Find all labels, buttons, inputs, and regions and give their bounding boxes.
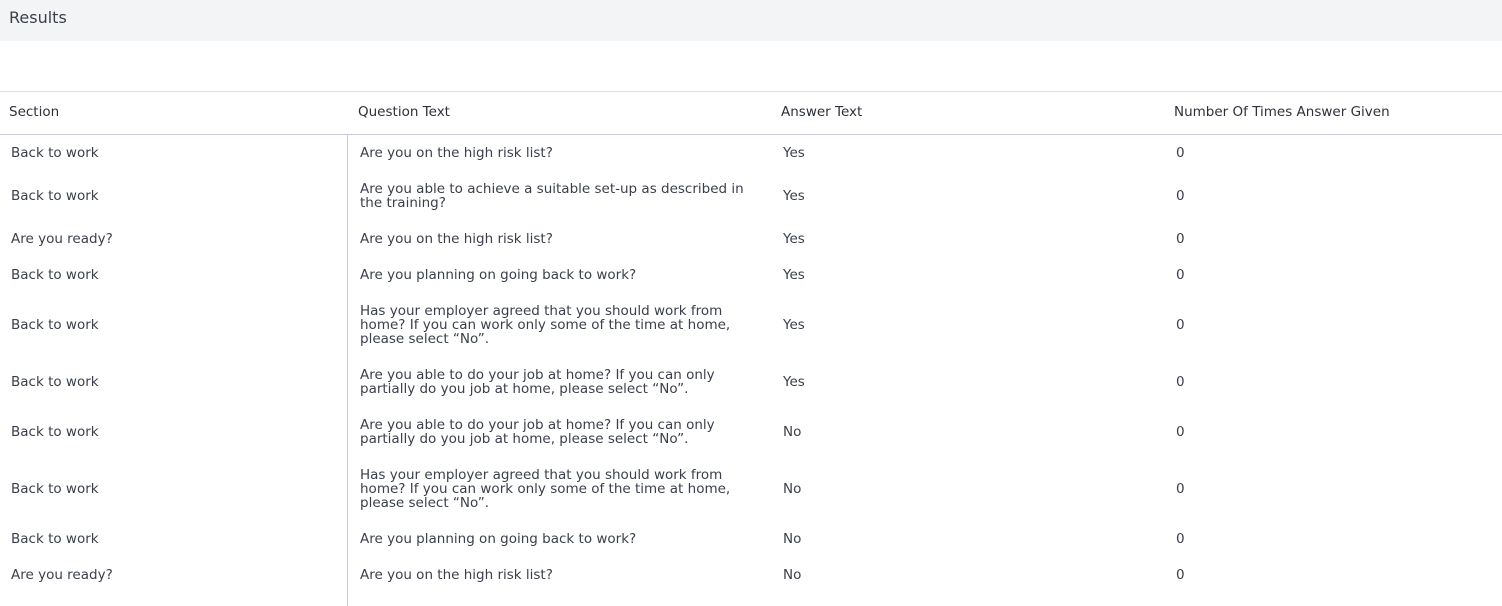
cell-answer-text: No [783,424,802,440]
cell-answer-text: No [783,531,802,547]
column-header-question-text[interactable]: Question Text [358,104,450,120]
cell-question-text: Are you able to achieve a suitable set-u… [360,181,744,211]
cell-question-text: Are you able to do your job at home? If … [360,367,715,397]
cell-answer-count: 0 [1176,424,1185,440]
cell-answer-text: Yes [783,145,805,161]
cell-answer-count: 0 [1176,145,1185,161]
cell-question-text: Are you planning on going back to work? [360,267,637,283]
table-body: Back to work Are you on the high risk li… [0,135,1502,593]
table-header-row: Section Question Text Answer Text Number… [0,92,1502,135]
cell-question-text: Has your employer agreed that you should… [360,467,731,511]
cell-section: Are you ready? [11,231,113,247]
cell-answer-count: 0 [1176,481,1185,497]
cell-answer-text: No [783,481,802,497]
cell-answer-text: Yes [783,374,805,390]
table-row: Back to work Are you able to do your job… [0,407,1502,457]
cell-question-text: Are you on the high risk list? [360,231,553,247]
cell-answer-count: 0 [1176,188,1185,204]
results-header-bar: Results [0,0,1502,41]
table-row: Back to work Has your employer agreed th… [0,457,1502,521]
cell-answer-text: Yes [783,188,805,204]
cell-question-text: Are you on the high risk list? [360,567,553,583]
cell-answer-text: Yes [783,317,805,333]
cell-answer-count: 0 [1176,374,1185,390]
cell-section: Are you ready? [11,567,113,583]
cell-question-text: Are you planning on going back to work? [360,531,637,547]
cell-answer-text: Yes [783,267,805,283]
cell-section: Back to work [11,145,99,161]
cell-question-text: Has your employer agreed that you should… [360,303,731,347]
cell-section: Back to work [11,531,99,547]
cell-section: Back to work [11,317,99,333]
table-row: Back to work Are you planning on going b… [0,257,1502,293]
cell-section: Back to work [11,188,99,204]
cell-question-text: Are you able to do your job at home? If … [360,417,715,447]
table-row: Back to work Has your employer agreed th… [0,293,1502,357]
table-row: Are you ready? Are you on the high risk … [0,221,1502,257]
cell-question-text: Are you on the high risk list? [360,145,553,161]
cell-answer-count: 0 [1176,317,1185,333]
cell-answer-count: 0 [1176,567,1185,583]
page-title: Results [9,8,67,27]
cell-section: Back to work [11,374,99,390]
cell-answer-count: 0 [1176,531,1185,547]
table-row: Back to work Are you on the high risk li… [0,135,1502,171]
table-row: Back to work Are you able to achieve a s… [0,171,1502,221]
table-row: Back to work Are you planning on going b… [0,521,1502,557]
column-header-answer-text[interactable]: Answer Text [781,104,862,120]
cell-answer-text: Yes [783,231,805,247]
column-header-section[interactable]: Section [9,104,59,120]
cell-section: Back to work [11,267,99,283]
cell-section: Back to work [11,424,99,440]
cell-section: Back to work [11,481,99,497]
column-header-answer-count[interactable]: Number Of Times Answer Given [1174,104,1390,120]
cell-answer-text: No [783,567,802,583]
cell-answer-count: 0 [1176,267,1185,283]
cell-answer-count: 0 [1176,231,1185,247]
table-row: Are you ready? Are you on the high risk … [0,557,1502,593]
table-row: Back to work Are you able to do your job… [0,357,1502,407]
